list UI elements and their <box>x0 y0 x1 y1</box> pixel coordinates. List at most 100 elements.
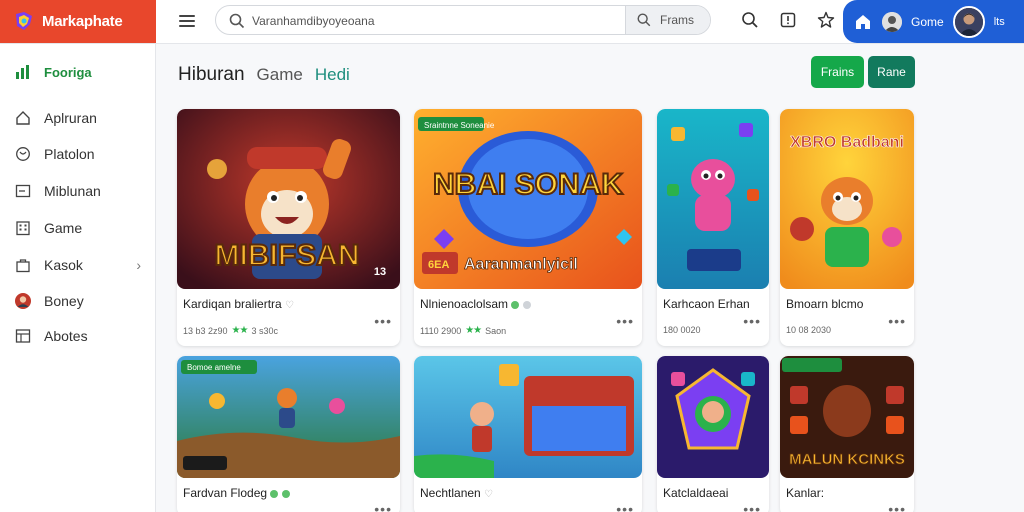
sidebar-item-4[interactable]: Game <box>0 214 155 242</box>
search-icon <box>637 13 651 27</box>
card-thumbnail <box>414 356 642 478</box>
card-art-title: Bomoe amelne <box>187 363 241 372</box>
chart-icon <box>14 63 32 81</box>
card-art-title: MALUN KCINKS <box>789 451 906 469</box>
card-meta: 1110 2900 ★★ Saon <box>420 325 507 336</box>
menu-icon[interactable] <box>176 10 198 32</box>
brand-name: Markaphate <box>42 13 123 30</box>
game-card[interactable]: Sraintnne Soneanie NBAI SONAK 6EA Aaranm… <box>414 109 642 346</box>
search-button[interactable]: Frams <box>625 6 710 34</box>
building-icon <box>14 219 32 237</box>
card-art-title: XBRO Badbani <box>790 134 904 152</box>
avatar-small[interactable] <box>882 11 902 32</box>
game-card[interactable]: XBRO Badbani Bmoarn blcmo 10 08 2030 ••• <box>780 109 914 346</box>
tab-game[interactable]: Game <box>257 65 303 85</box>
card-title: Kardiqan braliertra ♡ <box>183 297 295 311</box>
tab-hedi[interactable]: Hedi <box>315 65 350 85</box>
globe-icon <box>14 145 32 163</box>
svg-text:NBAI SONAK: NBAI SONAK <box>433 168 623 201</box>
account-name[interactable]: Gome <box>911 15 944 29</box>
game-card[interactable]: Karhcaon Erhan 180 0020 ••• <box>657 109 769 346</box>
more-icon[interactable]: ••• <box>616 501 634 512</box>
card-title: Katclaldaeai <box>663 486 729 500</box>
sidebar-item-label: Abotes <box>44 328 88 344</box>
svg-text:Aaranmanlyicil: Aaranmanlyicil <box>464 256 578 273</box>
card-meta: 180 0020 <box>663 325 701 335</box>
svg-text:MALUN KCINKS: MALUN KCINKS <box>789 451 905 468</box>
more-icon[interactable]: ••• <box>743 313 761 329</box>
grid-icon <box>14 327 32 345</box>
sidebar-item-label: Aplruran <box>44 110 97 126</box>
sidebar-item-label: Boney <box>44 293 84 309</box>
account-more[interactable]: lts <box>994 16 1005 28</box>
game-card[interactable]: Nechtlanen ♡ ••• <box>414 356 642 512</box>
search-bar: × Frams <box>215 5 711 35</box>
chevron-right-icon[interactable]: › <box>136 257 141 273</box>
bag-icon <box>14 256 32 274</box>
badge-icon <box>511 300 520 309</box>
card-meta: 13 b3 2z90 ★★ 3 s30c <box>183 325 279 336</box>
rating-stars: ★★ <box>465 325 482 336</box>
heart-icon[interactable]: ♡ <box>285 300 294 311</box>
sidebar-item-6[interactable]: Boney <box>0 287 155 315</box>
sidebar-item-label: Game <box>44 220 83 236</box>
more-icon[interactable]: ••• <box>888 313 906 329</box>
home-icon[interactable] <box>853 12 873 32</box>
sidebar-item-2[interactable]: Platolon <box>0 140 155 168</box>
card-title: Bmoarn blcmo <box>786 297 864 311</box>
svg-text:Bomoe amelne: Bomoe amelne <box>187 363 241 372</box>
sidebar-item-3[interactable]: Miblunan <box>0 177 155 205</box>
card-art-title: MIBIFSAN 13 <box>214 238 387 278</box>
card-title: Nlnienoaclolsam <box>420 297 531 311</box>
card-thumbnail <box>657 109 769 289</box>
home-icon <box>14 109 32 127</box>
gear-icon[interactable] <box>814 8 838 32</box>
sidebar-item-7[interactable]: Abotes <box>0 322 155 350</box>
search-icon <box>229 13 245 29</box>
magnifier-icon[interactable] <box>738 8 762 32</box>
rating-stars: ★★ <box>231 325 249 336</box>
sidebar-item-label: Platolon <box>44 146 95 162</box>
more-icon[interactable]: ••• <box>743 501 761 512</box>
card-title: Fardvan Flodeg <box>183 486 290 500</box>
more-icon[interactable]: ••• <box>374 501 392 512</box>
card-thumbnail <box>657 356 769 478</box>
game-card[interactable]: MIBIFSAN 13 Kardiqan braliertra ♡ 13 b3 … <box>177 109 400 346</box>
search-input[interactable] <box>252 11 592 31</box>
sidebar-item-1[interactable]: Aplruran <box>0 104 155 132</box>
more-icon[interactable]: ••• <box>888 501 906 512</box>
card-title: Karhcaon Erhan <box>663 297 750 311</box>
search-button-label: Frams <box>660 13 694 27</box>
game-card[interactable]: Katclaldaeai ••• <box>657 356 769 512</box>
svg-text:Sraintnne Soneanie: Sraintnne Soneanie <box>424 121 495 130</box>
notification-icon[interactable] <box>776 8 800 32</box>
window-icon <box>14 182 32 200</box>
page-title: Hiburan <box>178 64 245 85</box>
svg-text:13: 13 <box>374 266 386 278</box>
more-icon[interactable]: ••• <box>374 313 392 329</box>
avatar[interactable] <box>952 5 985 38</box>
sidebar-item-label: Fooriga <box>44 64 92 80</box>
badge-icon <box>270 489 279 498</box>
primary-button[interactable]: Frains <box>811 56 864 88</box>
game-card[interactable]: Bomoe amelne Fardvan Flodeg ••• <box>177 356 400 512</box>
card-meta: 10 08 2030 <box>786 325 832 335</box>
sidebar-item-0[interactable]: Fooriga <box>0 58 155 86</box>
sidebar-item-label: Miblunan <box>44 183 101 199</box>
sidebar-item-5[interactable]: Kasok › <box>0 251 155 279</box>
avatar-icon <box>14 292 32 310</box>
brand[interactable]: Markaphate <box>0 0 156 43</box>
sidebar: Fooriga Aplruran Platolon Miblunan Game … <box>0 44 156 512</box>
secondary-button[interactable]: Rane <box>868 56 915 88</box>
card-title: Nechtlanen ♡ <box>420 486 494 500</box>
card-art-title: Sraintnne Soneanie NBAI SONAK 6EA Aaranm… <box>424 121 624 273</box>
game-card[interactable]: MALUN KCINKS Kanlar: ••• <box>780 356 914 512</box>
badge-icon <box>281 489 290 498</box>
heart-icon[interactable]: ♡ <box>484 489 493 500</box>
top-bar: Markaphate × Frams <box>0 0 1024 44</box>
more-icon[interactable]: ••• <box>616 313 634 329</box>
account-panel[interactable]: Gome lts <box>843 0 1024 43</box>
card-title: Kanlar: <box>786 486 825 500</box>
svg-text:6EA: 6EA <box>428 259 449 271</box>
sidebar-item-label: Kasok <box>44 257 83 273</box>
